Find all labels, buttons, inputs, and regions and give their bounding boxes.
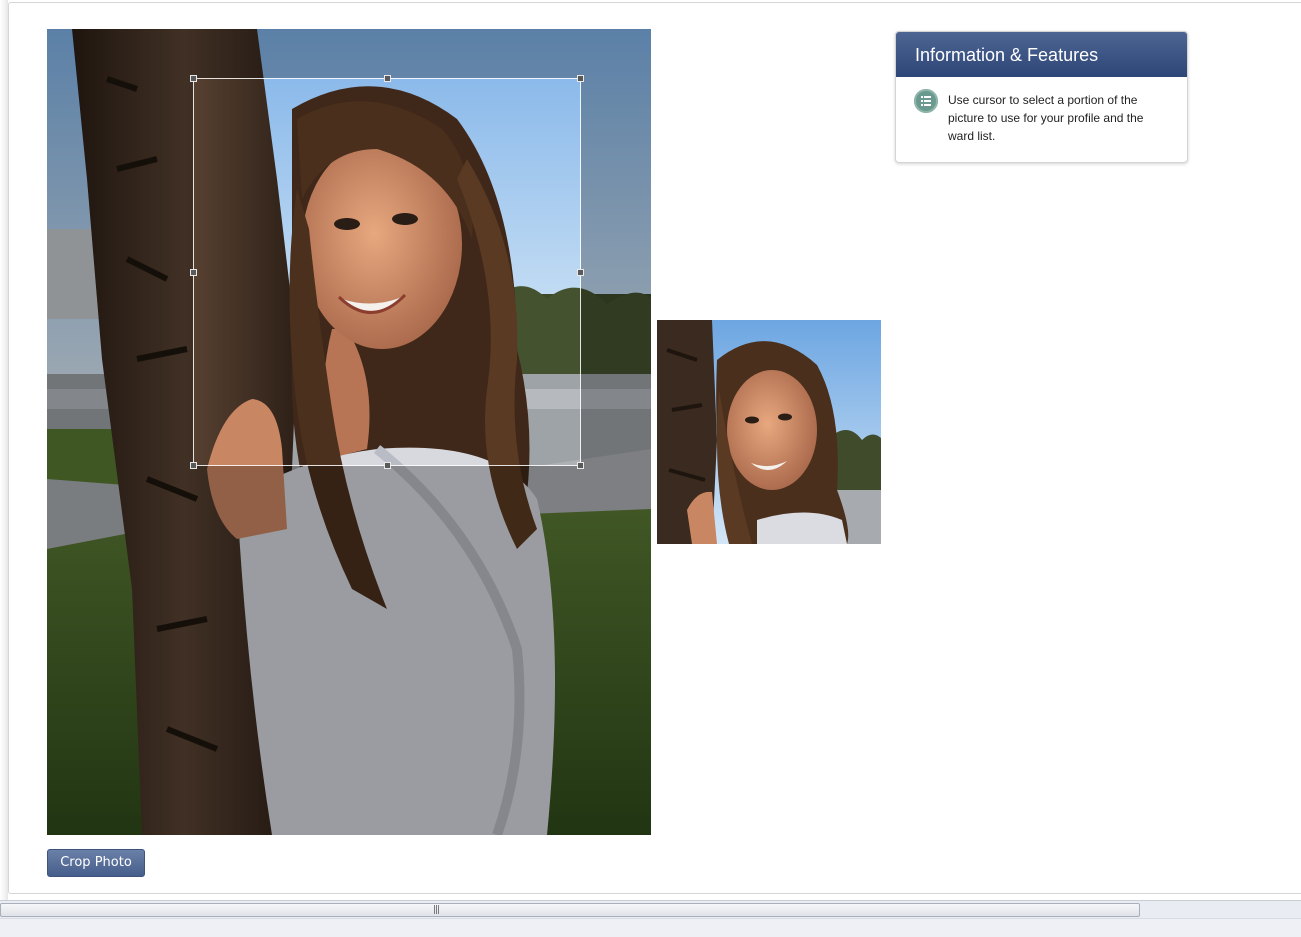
crop-handle-ne[interactable] [577, 75, 584, 82]
crop-preview [657, 320, 881, 544]
crop-handle-nw[interactable] [190, 75, 197, 82]
crop-selection[interactable] [190, 75, 584, 469]
crop-handle-sw[interactable] [190, 462, 197, 469]
dim-overlay-bottom [47, 466, 651, 835]
scrollbar-thumb[interactable]: ||| [0, 903, 1140, 917]
crop-handle-e[interactable] [577, 269, 584, 276]
info-panel: Information & Features Use cursor to sel… [895, 31, 1188, 163]
dim-overlay-left [47, 78, 193, 466]
dim-overlay-top [47, 29, 651, 78]
status-bar [0, 918, 1301, 937]
crop-handle-n[interactable] [384, 75, 391, 82]
info-panel-text: Use cursor to select a portion of the pi… [948, 93, 1144, 143]
info-panel-title: Information & Features [896, 32, 1187, 77]
scrollbar-grip-icon: ||| [433, 905, 440, 915]
crop-handle-s[interactable] [384, 462, 391, 469]
photo-canvas[interactable] [47, 29, 651, 835]
horizontal-scrollbar[interactable]: ||| [0, 900, 1301, 918]
crop-handle-w[interactable] [190, 269, 197, 276]
page-edge-shadow [0, 0, 8, 900]
info-panel-body: Use cursor to select a portion of the pi… [896, 77, 1187, 145]
list-icon [914, 89, 938, 113]
crop-preview-image [657, 320, 881, 544]
crop-handle-se[interactable] [577, 462, 584, 469]
crop-photo-button[interactable]: Crop Photo [47, 849, 145, 877]
dim-overlay-right [581, 78, 651, 466]
